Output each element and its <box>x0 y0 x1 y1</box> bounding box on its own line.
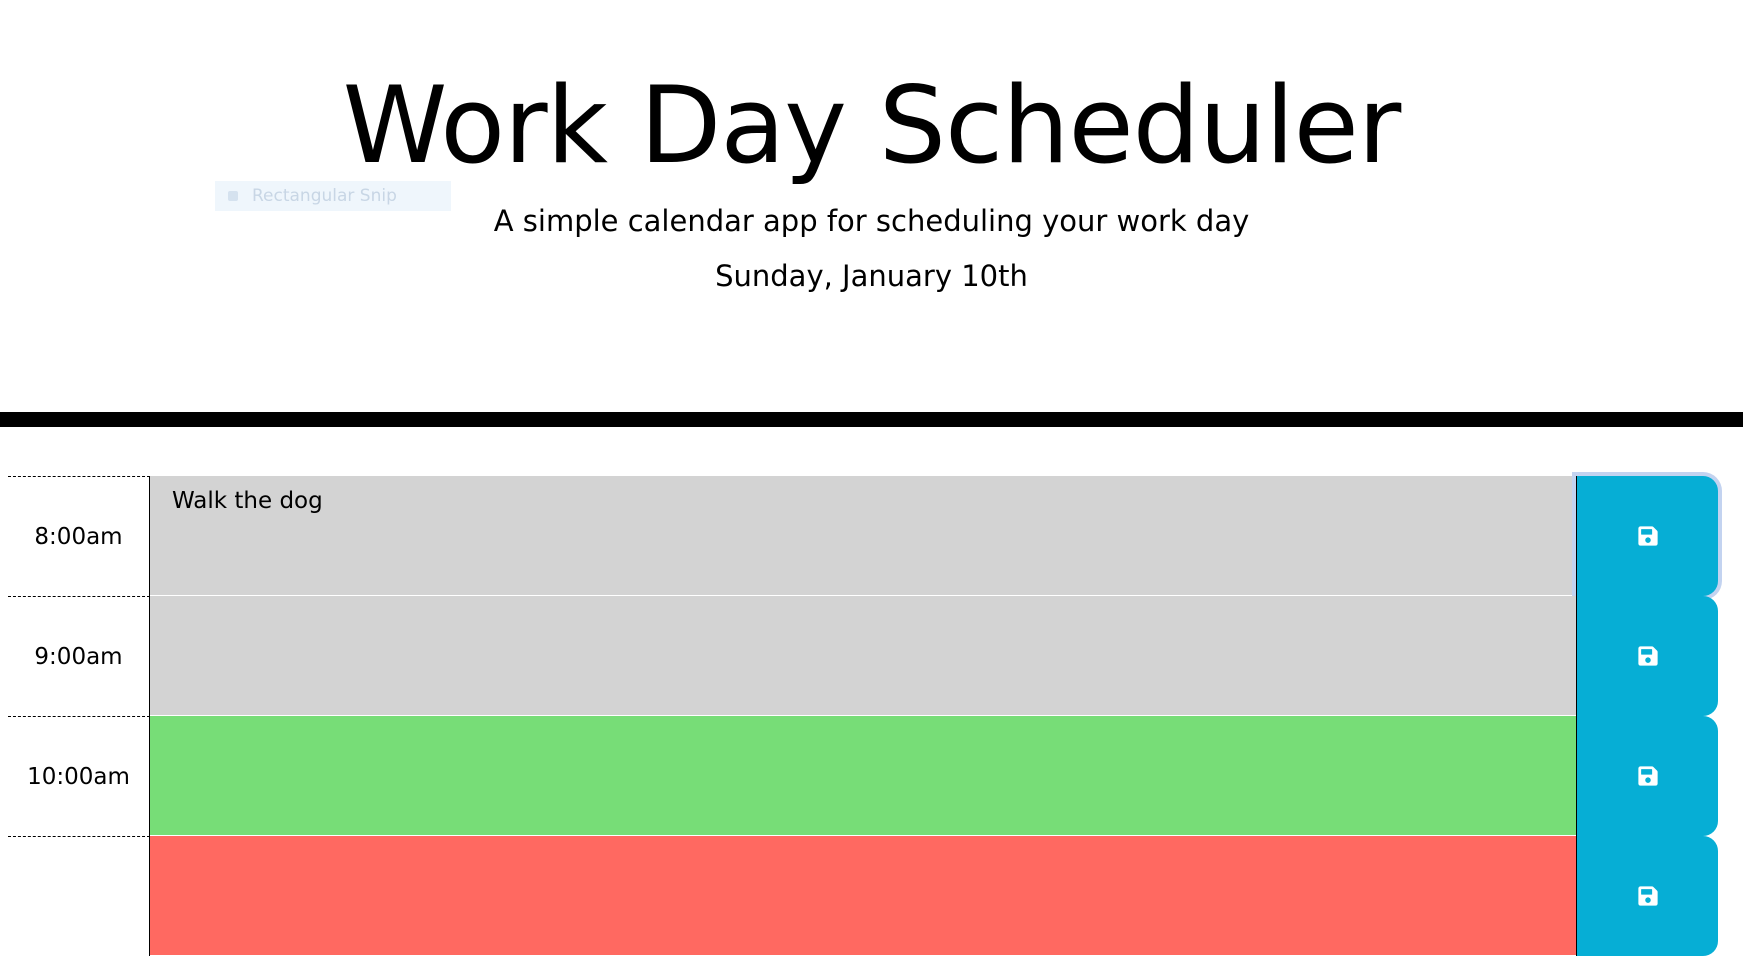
description-input[interactable] <box>150 836 1576 956</box>
description-input[interactable] <box>150 596 1576 716</box>
save-button[interactable] <box>1576 596 1718 716</box>
save-icon <box>1637 526 1658 546</box>
schedule: 8:00am 9:00am 10:00am <box>8 476 1718 956</box>
save-icon <box>1637 646 1658 666</box>
page-title: Work Day Scheduler <box>342 64 1402 187</box>
save-icon <box>1637 886 1658 906</box>
time-block <box>8 836 1718 956</box>
current-day: Sunday, January 10th <box>715 259 1028 293</box>
time-block: 9:00am <box>8 596 1718 716</box>
save-button[interactable] <box>1576 836 1718 956</box>
snip-label: Rectangular Snip <box>252 186 397 206</box>
save-button[interactable] <box>1576 476 1718 596</box>
save-button[interactable] <box>1576 716 1718 836</box>
hour-label <box>8 836 150 956</box>
description-input[interactable] <box>150 716 1576 836</box>
rectangular-snip-overlay[interactable]: Rectangular Snip <box>215 181 451 211</box>
description-input[interactable] <box>150 476 1576 596</box>
header: Work Day Scheduler A simple calendar app… <box>0 0 1743 412</box>
time-block: 8:00am <box>8 476 1718 596</box>
save-icon <box>1637 766 1658 786</box>
hour-label: 10:00am <box>8 716 150 836</box>
snip-icon <box>228 191 238 201</box>
hour-label: 9:00am <box>8 596 150 716</box>
hour-label: 8:00am <box>8 476 150 596</box>
header-divider <box>0 412 1743 427</box>
time-block: 10:00am <box>8 716 1718 836</box>
